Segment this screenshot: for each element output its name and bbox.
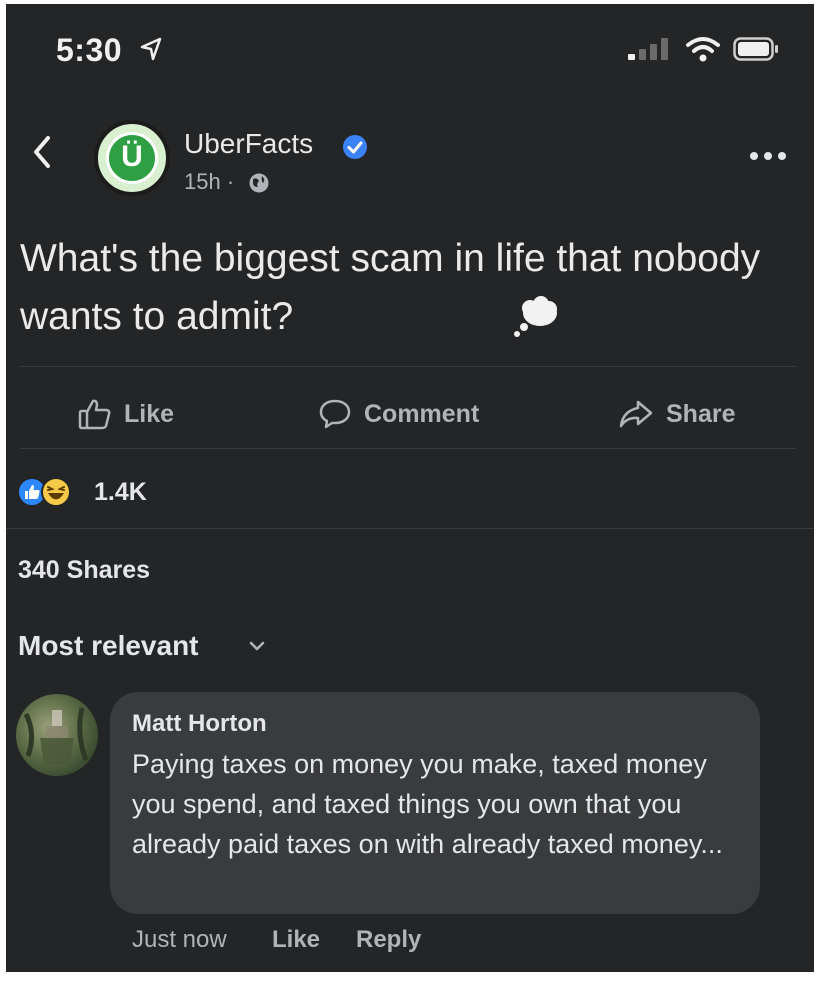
- post-screen: 5:30 Ü UberFacts 15h · What's the bigges…: [6, 4, 814, 972]
- thumbs-up-icon: [78, 399, 111, 430]
- post-text: What's the biggest scam in life that nob…: [20, 237, 761, 338]
- cellular-signal-icon: [628, 38, 668, 60]
- wifi-icon: [686, 37, 720, 62]
- comment-button[interactable]: Comment: [318, 394, 479, 434]
- comment-text: Paying taxes on money you make, taxed mo…: [132, 749, 723, 859]
- location-arrow-icon: [140, 37, 162, 61]
- uberfacts-logo: Ü: [106, 132, 158, 184]
- comment-sort-dropdown[interactable]: Most relevant: [18, 630, 199, 662]
- comment-icon: [319, 399, 351, 429]
- reaction-count[interactable]: 1.4K: [94, 478, 147, 507]
- thought-balloon-icon: [514, 296, 557, 337]
- commenter-name[interactable]: Matt Horton: [132, 710, 267, 738]
- chevron-down-icon[interactable]: [248, 640, 266, 652]
- page-avatar[interactable]: Ü: [94, 120, 170, 196]
- avatar-photo: [23, 707, 89, 764]
- like-label: Like: [124, 399, 175, 428]
- status-time: 5:30: [56, 32, 123, 68]
- verified-badge-icon: [343, 135, 367, 159]
- globe-icon: [249, 173, 269, 193]
- comment-label: Comment: [364, 399, 480, 428]
- comment-timestamp: Just now: [132, 926, 227, 953]
- haha-reaction-icon: [41, 477, 71, 507]
- back-icon[interactable]: [28, 132, 56, 172]
- commenter-avatar[interactable]: [16, 694, 98, 776]
- comment-reply-button[interactable]: Reply: [356, 926, 421, 954]
- share-button[interactable]: Share: [618, 394, 735, 434]
- page-name[interactable]: UberFacts: [184, 128, 313, 160]
- shares-count[interactable]: 340 Shares: [18, 556, 150, 585]
- post-time: 15h ·: [184, 169, 235, 194]
- like-button[interactable]: Like: [78, 394, 174, 434]
- more-options-icon[interactable]: [748, 150, 788, 162]
- share-label: Share: [666, 399, 736, 428]
- divider: [6, 528, 814, 529]
- share-arrow-icon: [619, 400, 653, 428]
- divider: [20, 366, 796, 367]
- divider: [20, 448, 796, 449]
- battery-icon: [733, 37, 778, 61]
- comment-like-button[interactable]: Like: [272, 926, 320, 954]
- reactions-summary[interactable]: [16, 476, 72, 508]
